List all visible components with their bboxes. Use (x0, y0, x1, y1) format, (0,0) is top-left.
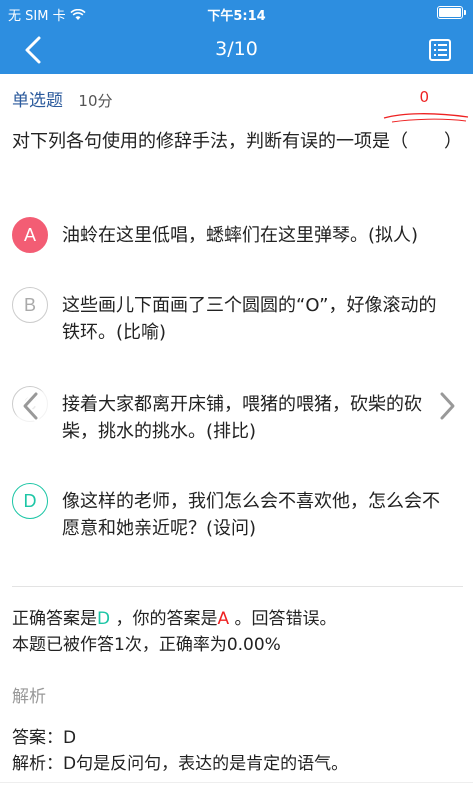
answer-value: D (63, 728, 77, 748)
question-type: 单选题 (12, 91, 63, 111)
result-mid: ，你的答案是 (115, 609, 218, 629)
answer-label: 答案： (12, 728, 63, 748)
answer-result: 正确答案是D ，你的答案是A 。回答错误。 本题已被作答1次，正确率为0.00% (12, 606, 337, 658)
question-stem: 对下列各句使用的修辞手法，判断有误的一项是（ ） (12, 131, 462, 152)
battery-icon (437, 6, 466, 19)
analysis-body: 答案：D 解析：D句是反问句，表达的是肯定的语气。 (12, 725, 348, 777)
page-title: 3/10 (215, 38, 258, 60)
question-score: 10分 (78, 92, 113, 110)
list-icon[interactable] (429, 39, 451, 61)
option-text: 油蛉在这里低唱，蟋蟀们在这里弹琴。(拟人) (62, 225, 419, 246)
prev-question-arrow-icon[interactable] (12, 386, 52, 426)
option-text: 接着大家都离开床铺，喂猪的喂猪，砍柴的砍柴，挑水的挑水。(排比) (62, 394, 422, 442)
status-time: 下午5:14 (207, 9, 266, 24)
option-letter: B (12, 287, 48, 323)
result-stats: 本题已被作答1次，正确率为0.00% (12, 635, 281, 655)
option-text: 像这样的老师，我们怎么会不喜欢他，怎么会不愿意和她亲近呢？(设问) (62, 491, 440, 539)
option-text: 这些画儿下面画了三个圆圆的“O”，好像滚动的铁环。(比喻) (62, 295, 437, 343)
option-letter: D (12, 483, 48, 519)
question-header: 单选题 10分 (12, 86, 113, 111)
divider (0, 782, 473, 783)
result-line: 正确答案是D ，你的答案是A 。回答错误。 (12, 606, 337, 632)
correct-answer: D (97, 609, 111, 629)
explain-label: 解析： (12, 754, 63, 774)
handwritten-underline (383, 113, 469, 123)
answer-line: 答案：D (12, 725, 348, 751)
analysis-heading: 解析 (12, 687, 46, 707)
nav-bar: 3/10 (0, 26, 473, 74)
next-question-arrow-icon[interactable] (426, 386, 466, 426)
option-letter: A (12, 217, 48, 253)
app-header: 无 SIM 卡 下午5:14 3/10 (0, 0, 473, 74)
result-suffix: 。回答错误。 (234, 609, 337, 629)
explain-value: D句是反问句，表达的是肯定的语气。 (63, 754, 349, 774)
your-answer: A (217, 609, 230, 629)
result-prefix: 正确答案是 (12, 609, 97, 629)
answer-counter: 0 (419, 88, 429, 106)
status-bar: 无 SIM 卡 下午5:14 (0, 0, 473, 26)
explain-line: 解析：D句是反问句，表达的是肯定的语气。 (12, 751, 348, 777)
divider (12, 586, 463, 587)
